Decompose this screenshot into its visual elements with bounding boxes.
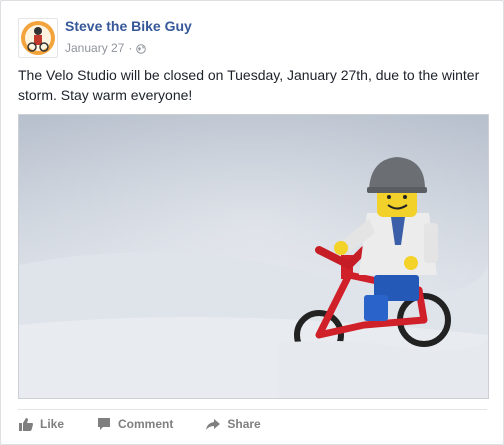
comment-button[interactable]: Comment bbox=[96, 416, 173, 432]
like-label: Like bbox=[40, 417, 65, 431]
share-icon bbox=[206, 419, 221, 430]
globe-icon[interactable] bbox=[136, 43, 147, 54]
action-bar: Like Comment Share bbox=[18, 409, 487, 438]
like-button[interactable]: Like bbox=[18, 416, 64, 432]
post-card: Steve the Bike Guy January 27 · The Velo… bbox=[0, 0, 504, 445]
share-label: Share bbox=[227, 417, 261, 431]
meta-separator: · bbox=[128, 41, 133, 55]
post-text: The Velo Studio will be closed on Tuesda… bbox=[18, 67, 480, 103]
author-name[interactable]: Steve the Bike Guy bbox=[65, 18, 192, 34]
post-date[interactable]: January 27 bbox=[65, 41, 124, 55]
share-button[interactable]: Share bbox=[205, 416, 261, 432]
thumbs-up-icon bbox=[19, 418, 33, 431]
post-photo[interactable] bbox=[18, 114, 489, 399]
avatar[interactable] bbox=[18, 18, 58, 58]
comment-icon bbox=[98, 418, 111, 430]
post-meta: January 27 · bbox=[65, 41, 147, 55]
comment-label: Comment bbox=[118, 417, 174, 431]
